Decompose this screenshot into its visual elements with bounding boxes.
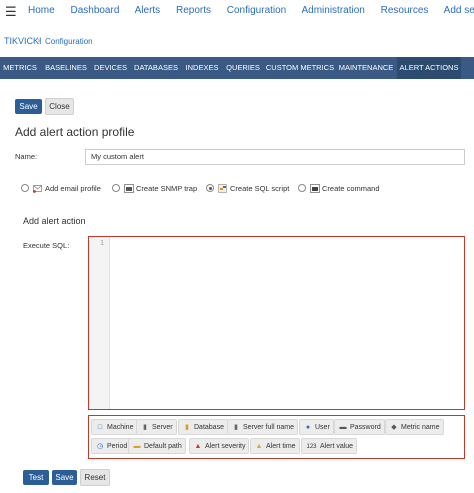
email-icon [33, 185, 42, 193]
number-icon: 123 [306, 444, 317, 450]
tab-baselines[interactable]: BASELINES [43, 57, 89, 79]
variable-chip-alert-severity[interactable]: ▲ Alert severity [189, 438, 250, 454]
nav-link-configuration[interactable]: Configuration [227, 5, 286, 16]
breadcrumb: TIKVICKI › Configuration [0, 35, 474, 51]
top-nav-links: Home Dashboard Alerts Reports Configurat… [28, 5, 474, 16]
variable-chip-user[interactable]: ● User [299, 419, 334, 435]
variable-chip-server[interactable]: ▮ Server [136, 419, 177, 435]
password-icon: ▬ [339, 424, 347, 431]
line-number: 1 [100, 240, 104, 247]
monitor-icon: □ [97, 424, 103, 431]
line-number-gutter: 1 [89, 237, 110, 409]
breadcrumb-server[interactable]: TIKVICKI [4, 36, 42, 46]
tab-metrics[interactable]: METRICS [0, 57, 40, 79]
execute-sql-label: Execute SQL: [23, 241, 70, 250]
tab-alert-actions[interactable]: ALERT ACTIONS [397, 57, 461, 79]
bottom-save-button[interactable]: Save [52, 470, 77, 485]
option-label-command: Create command [322, 184, 380, 193]
variable-chip-database[interactable]: ▮ Database [178, 419, 228, 435]
top-navigation: ☰ Home Dashboard Alerts Reports Configur… [0, 0, 474, 24]
command-icon [310, 184, 320, 193]
name-field[interactable]: My custom alert [85, 149, 465, 165]
nav-link-alerts[interactable]: Alerts [135, 5, 161, 16]
reset-button[interactable]: Reset [80, 469, 110, 486]
breadcrumb-page[interactable]: Configuration [45, 37, 93, 46]
warning-icon: ▲ [194, 443, 202, 450]
radio-email-profile[interactable] [21, 184, 29, 192]
tab-queries[interactable]: QUERIES [224, 57, 262, 79]
option-label-snmp: Create SNMP trap [136, 184, 198, 193]
nav-link-home[interactable]: Home [28, 5, 55, 16]
server-icon: ▮ [143, 424, 147, 431]
option-label-email: Add email profile [45, 184, 101, 193]
radio-snmp-trap[interactable] [112, 184, 120, 192]
name-label: Name: [15, 152, 38, 161]
alert-time-icon: ▲ [255, 443, 263, 450]
sql-script-icon [218, 184, 227, 193]
nav-link-add-server[interactable]: Add server [444, 5, 474, 16]
sql-editor[interactable]: 1 [88, 236, 465, 410]
hamburger-icon[interactable]: ☰ [5, 4, 17, 20]
radio-sql-script[interactable] [206, 184, 214, 192]
variable-chip-alert-value[interactable]: 123 Alert value [301, 438, 358, 454]
variable-chip-default-path[interactable]: ▬ Default path [128, 438, 186, 454]
section-title: Add alert action [23, 216, 86, 226]
variable-chip-server-full-name[interactable]: ▮ Server full name [227, 419, 298, 435]
nav-link-reports[interactable]: Reports [176, 5, 211, 16]
clock-icon: ◷ [96, 443, 104, 450]
database-icon: ▮ [185, 424, 189, 431]
user-icon: ● [305, 424, 311, 431]
tab-indexes[interactable]: INDEXES [183, 57, 221, 79]
tab-maintenance[interactable]: MAINTENANCE [337, 57, 395, 79]
folder-icon: ▬ [133, 443, 141, 450]
breadcrumb-separator-icon: › [37, 35, 40, 45]
variable-toolbar: □ Machine ▮ Server ▮ Database ▮ Server full … [88, 415, 465, 459]
nav-link-dashboard[interactable]: Dashboard [70, 5, 119, 16]
variable-chip-metric-name[interactable]: ◆ Metric name [385, 419, 444, 435]
server-icon: ▮ [234, 424, 238, 431]
nav-link-administration[interactable]: Administration [301, 5, 364, 16]
nav-link-resources[interactable]: Resources [381, 5, 429, 16]
variable-chip-machine[interactable]: □ Machine [91, 419, 138, 435]
variable-chip-period[interactable]: ◷ Period [91, 438, 132, 454]
config-tab-bar: METRICS BASELINES DEVICES DATABASES INDE… [0, 57, 474, 79]
save-button[interactable]: Save [15, 99, 42, 114]
variable-chip-password[interactable]: ▬ Password [334, 419, 385, 435]
tab-custom-metrics[interactable]: CUSTOM METRICS [265, 57, 335, 79]
tab-databases[interactable]: DATABASES [132, 57, 180, 79]
option-label-sql: Create SQL script [230, 184, 290, 193]
tag-icon: ◆ [391, 424, 397, 431]
variable-chip-alert-time[interactable]: ▲ Alert time [250, 438, 300, 454]
page-title: Add alert action profile [15, 125, 135, 139]
test-button[interactable]: Test [23, 470, 49, 485]
close-button[interactable]: Close [45, 98, 74, 115]
snmp-icon [124, 184, 134, 193]
tab-devices[interactable]: DEVICES [92, 57, 129, 79]
radio-command[interactable] [298, 184, 306, 192]
